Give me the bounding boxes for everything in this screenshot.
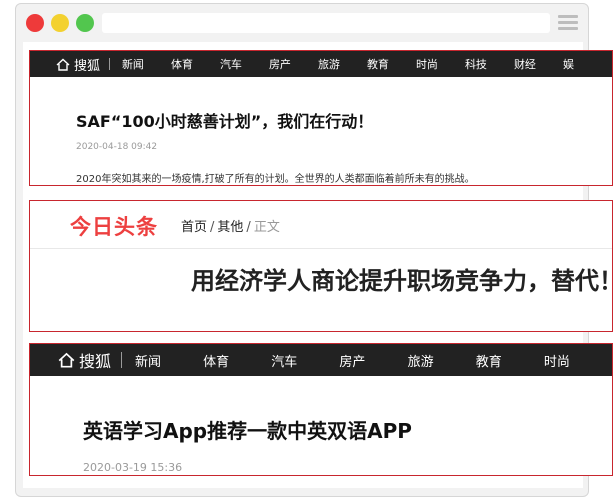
toutiao-article-card[interactable]: 今日头条 首页 / 其他 / 正文 用经济学人商论提升职场竞争力，替代！ [29, 200, 613, 332]
nav-item-fashion[interactable]: 时尚 [416, 56, 465, 72]
article-title: 用经济学人商论提升职场竞争力，替代！ [191, 267, 613, 295]
breadcrumb-other[interactable]: 其他 [217, 220, 243, 235]
sohu-logo[interactable]: 搜狐 [58, 348, 111, 372]
address-bar[interactable] [102, 13, 550, 33]
sohu-article-card-1[interactable]: 搜狐 新闻 体育 汽车 房产 旅游 教育 时尚 科技 财经 娱 SAF“100小… [29, 50, 613, 186]
nav-item-sports[interactable]: 体育 [203, 351, 271, 370]
close-window-button[interactable] [26, 14, 44, 32]
article-title: SAF“100小时慈善计划”，我们在行动！ [76, 112, 374, 131]
nav-item-realestate[interactable]: 房产 [269, 56, 318, 72]
nav-item-education[interactable]: 教育 [476, 351, 544, 370]
sohu-nav-bar: 搜狐 新闻 体育 汽车 房产 旅游 教育 时尚 [30, 344, 612, 376]
nav-item-travel[interactable]: 旅游 [408, 351, 476, 370]
nav-item-tech[interactable]: 科技 [465, 56, 514, 72]
breadcrumb-separator: / [246, 220, 251, 235]
breadcrumb-separator: / [210, 220, 215, 235]
breadcrumb-current: 正文 [253, 220, 280, 235]
toutiao-header: 今日头条 首页 / 其他 / 正文 [30, 201, 612, 249]
article-date: 2020-04-18 09:42 [76, 142, 158, 152]
nav-item-sports[interactable]: 体育 [171, 56, 220, 72]
nav-item-fashion[interactable]: 时尚 [544, 351, 612, 370]
sohu-article-card-2[interactable]: 搜狐 新闻 体育 汽车 房产 旅游 教育 时尚 英语学习App推荐一款中英双语A… [29, 343, 613, 476]
nav-item-education[interactable]: 教育 [367, 56, 416, 72]
nav-item-entertainment[interactable]: 娱 [563, 56, 612, 72]
nav-item-news[interactable]: 新闻 [135, 351, 203, 370]
minimize-window-button[interactable] [51, 14, 69, 32]
article-snippet: 2020年突如其来的一场疫情,打破了所有的计划。全世界的人类都面临着前所未有的挑… [76, 174, 475, 185]
toutiao-logo[interactable]: 今日头条 [70, 211, 158, 241]
sohu-house-icon [56, 58, 70, 71]
breadcrumb-home[interactable]: 首页 [181, 220, 207, 235]
nav-item-finance[interactable]: 财经 [514, 56, 563, 72]
nav-item-auto[interactable]: 汽车 [271, 351, 339, 370]
logo-divider [121, 352, 122, 368]
sohu-nav-bar: 搜狐 新闻 体育 汽车 房产 旅游 教育 时尚 科技 财经 娱 [30, 51, 612, 77]
article-title: 英语学习App推荐一款中英双语APP [83, 419, 412, 443]
nav-item-news[interactable]: 新闻 [122, 56, 171, 72]
nav-item-auto[interactable]: 汽车 [220, 56, 269, 72]
logo-divider [109, 58, 110, 70]
maximize-window-button[interactable] [76, 14, 94, 32]
browser-toolbar [16, 4, 588, 42]
sohu-house-icon [58, 352, 75, 368]
article-date: 2020-03-19 15:36 [83, 461, 183, 474]
nav-item-travel[interactable]: 旅游 [318, 56, 367, 72]
sohu-logo-text: 搜狐 [74, 58, 101, 74]
hamburger-menu-icon[interactable] [558, 15, 578, 31]
breadcrumb: 首页 / 其他 / 正文 [181, 216, 280, 235]
nav-item-realestate[interactable]: 房产 [339, 351, 407, 370]
sohu-logo[interactable]: 搜狐 [56, 55, 100, 74]
sohu-logo-text: 搜狐 [79, 352, 112, 371]
